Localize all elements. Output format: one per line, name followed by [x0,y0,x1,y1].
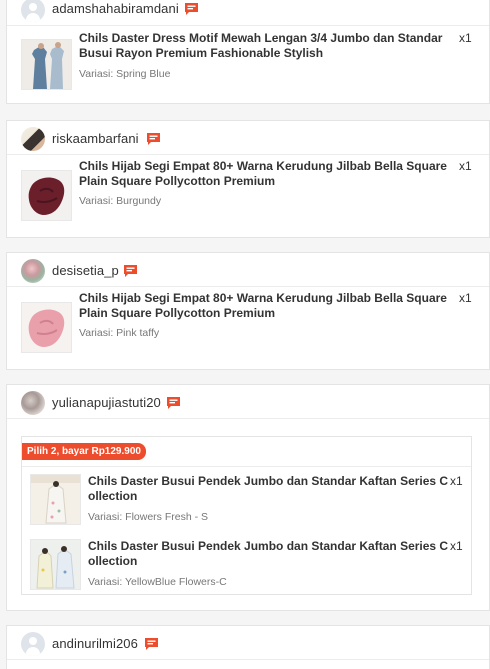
bundle-deal-box: Pilih 2, bayar Rp129.900 Chils Daster Bu… [21,436,472,595]
buyer-username[interactable]: desisetia_p [52,263,119,278]
avatar[interactable] [21,259,45,283]
order-item[interactable]: Chils Daster Busui Pendek Jumbo dan Stan… [22,467,471,530]
order-card-header: andinurilmi206 [7,626,489,660]
product-thumbnail [30,539,81,590]
avatar[interactable] [21,0,45,22]
product-name[interactable]: Chils Hijab Segi Empat 80+ Warna Kerudun… [79,159,454,189]
order-card: yulianapujiastuti20 Pilih 2, bayar Rp129… [6,384,490,611]
product-thumbnail [21,302,72,353]
product-quantity: x1 [450,474,463,488]
product-name[interactable]: Chils Daster Busui Pendek Jumbo dan Stan… [88,474,452,504]
order-item[interactable]: Chils Daster Busui Pendek Jumbo dan Stan… [22,532,471,595]
product-thumbnail [30,474,81,525]
order-card: adamshahabiramdani Chils Daster Dress Mo… [6,0,490,104]
product-name[interactable]: Chils Hijab Segi Empat 80+ Warna Kerudun… [79,291,454,321]
product-quantity: x1 [459,31,472,45]
product-variant: Variasi: YellowBlue Flowers-C [88,576,227,588]
avatar[interactable] [21,391,45,415]
chat-icon[interactable] [184,2,199,15]
chat-icon[interactable] [146,132,161,145]
order-card: riskaambarfani Chils Hijab Segi Empat 80… [6,120,490,238]
product-variant: Variasi: Burgundy [79,195,162,207]
order-card-header: yulianapujiastuti20 [7,385,489,419]
product-name[interactable]: Chils Daster Busui Pendek Jumbo dan Stan… [88,539,452,569]
avatar[interactable] [21,127,45,151]
product-quantity: x1 [459,159,472,173]
order-card-header: riskaambarfani [7,121,489,155]
product-variant: Variasi: Pink taffy [79,327,160,339]
chat-icon[interactable] [144,637,159,650]
order-item[interactable]: Chils Hijab Segi Empat 80+ Warna Kerudun… [7,155,490,239]
order-card: andinurilmi206 [6,625,490,669]
product-variant: Variasi: Flowers Fresh - S [88,511,208,523]
chat-icon[interactable] [166,396,181,409]
product-quantity: x1 [459,291,472,305]
buyer-username[interactable]: yulianapujiastuti20 [52,395,161,410]
order-item[interactable]: Chils Hijab Segi Empat 80+ Warna Kerudun… [7,287,490,371]
product-thumbnail [21,39,72,90]
order-card-header: desisetia_p [7,253,489,287]
buyer-username[interactable]: riskaambarfani [52,131,139,146]
buyer-username[interactable]: andinurilmi206 [52,636,138,651]
product-thumbnail [21,170,72,221]
order-card-header: adamshahabiramdani [7,0,489,26]
avatar[interactable] [21,632,45,656]
buyer-username[interactable]: adamshahabiramdani [52,1,179,16]
product-name[interactable]: Chils Daster Dress Motif Mewah Lengan 3/… [79,31,454,61]
chat-icon[interactable] [123,264,138,277]
order-card: desisetia_p Chils Hijab Segi Empat 80+ W… [6,252,490,370]
order-item[interactable]: Chils Daster Dress Motif Mewah Lengan 3/… [7,26,490,105]
bundle-deal-badge: Pilih 2, bayar Rp129.900 [22,443,146,460]
product-variant: Variasi: Spring Blue [79,68,171,80]
product-quantity: x1 [450,539,463,553]
